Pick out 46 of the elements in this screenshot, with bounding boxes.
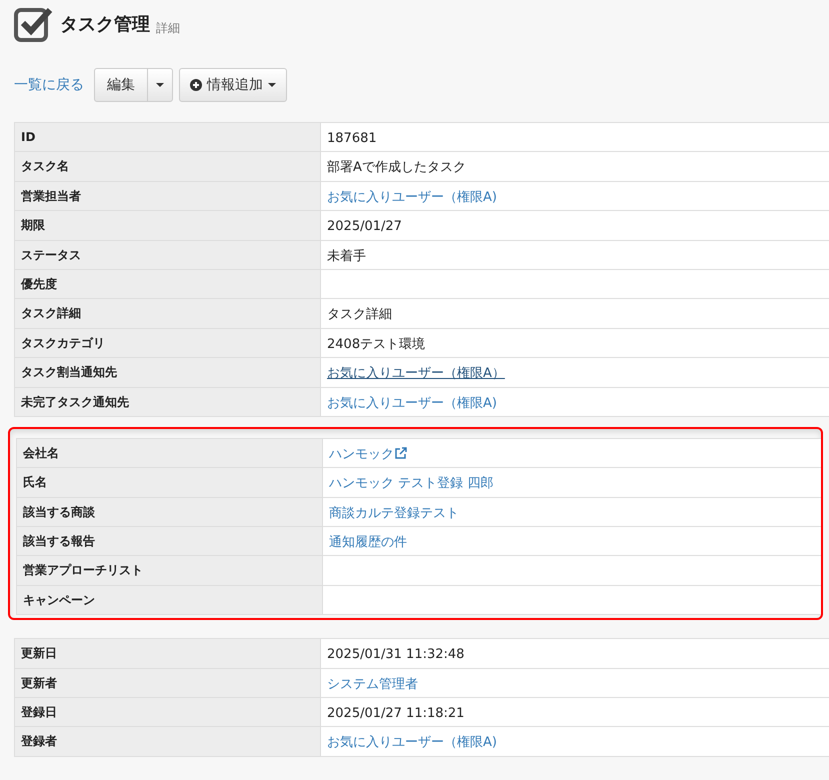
field-value: 2408テスト環境 [327, 336, 426, 352]
caret-icon [268, 83, 276, 87]
field-value: 2025/01/27 [327, 219, 402, 234]
page-subtitle: 詳細 [156, 20, 180, 37]
field-label: 未完了タスク通知先 [15, 388, 321, 416]
value-link[interactable]: お気に入りユーザー（権限A) [327, 735, 497, 750]
plus-circle-icon [190, 79, 202, 91]
value-link[interactable]: ハンモック テスト登録 四郎 [329, 476, 494, 492]
field-label: ステータス [15, 240, 321, 269]
value-link[interactable]: 商談カルテ登録テスト [329, 506, 459, 521]
field-label: 氏名 [17, 468, 323, 497]
field-label: 該当する商談 [17, 498, 323, 526]
field-value: 2025/01/27 11:18:21 [327, 706, 464, 722]
field-label: 登録者 [15, 727, 321, 756]
field-label: タスク詳細 [15, 299, 321, 328]
value-link[interactable]: システム管理者 [327, 676, 418, 692]
field-value: 2025/01/31 11:32:48 [327, 647, 464, 662]
field-label: タスク割当通知先 [15, 358, 321, 387]
field-label: 営業アプローチリスト [17, 556, 323, 585]
field-label: 優先度 [15, 270, 321, 298]
value-link[interactable]: お気に入りユーザー（権限A) [327, 396, 497, 411]
field-label: ID [15, 123, 321, 152]
back-link[interactable]: 一覧に戻る [14, 74, 84, 96]
field-label: 更新日 [15, 639, 321, 668]
field-value: 187681 [327, 131, 377, 146]
field-label: タスクカテゴリ [15, 328, 321, 358]
field-label: 登録日 [15, 698, 321, 726]
field-label: 更新者 [15, 668, 321, 698]
page-title: タスク管理 [60, 13, 150, 37]
field-value: 未着手 [327, 248, 366, 264]
caret-icon [156, 83, 164, 87]
field-label: 会社名 [17, 438, 323, 468]
checkbox-icon [14, 6, 54, 42]
external-link-icon[interactable] [395, 446, 407, 459]
value-link[interactable]: お気に入りユーザー（権限A） [327, 366, 505, 382]
field-label: 営業担当者 [15, 182, 321, 210]
field-label: タスク名 [15, 152, 321, 181]
value-link[interactable]: ハンモック [329, 444, 394, 464]
field-label: キャンペーン [17, 586, 323, 614]
field-value: タスク詳細 [327, 307, 392, 322]
field-value: 部署Aで作成したタスク [327, 160, 466, 176]
add-info-button[interactable]: 情報追加 [179, 68, 287, 102]
field-label: 該当する報告 [17, 527, 323, 556]
field-label: 期限 [15, 211, 321, 240]
value-link[interactable]: 通知履歴の件 [329, 535, 407, 550]
value-link[interactable]: お気に入りユーザー（権限A) [327, 190, 497, 205]
